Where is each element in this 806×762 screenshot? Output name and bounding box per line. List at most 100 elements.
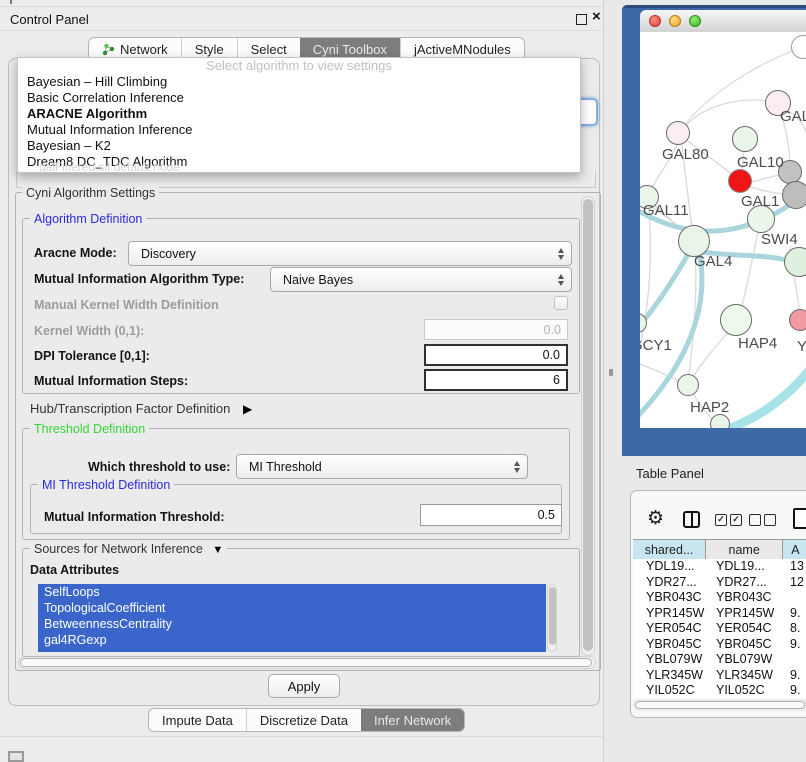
- manual-kernel-label: Manual Kernel Width Definition: [34, 298, 219, 312]
- cell-value: 9.: [785, 637, 806, 653]
- node-label: GAL10: [737, 154, 784, 171]
- attribute-item[interactable]: SelfLoops: [38, 584, 546, 600]
- expand-right-icon: ▶: [243, 402, 252, 416]
- table-row[interactable]: YER054C YER054C 8.: [633, 621, 806, 637]
- close-traffic-light[interactable]: [649, 15, 661, 27]
- network-canvas[interactable]: GAL GAL80 GAL10 GAL1 GAL11 SWI4 GAL4 GCY…: [640, 32, 806, 428]
- table-panel-title: Table Panel: [636, 466, 704, 481]
- checked-box-icon: ✓: [730, 514, 742, 526]
- kernel-width-label: Kernel Width (0,1):: [34, 324, 144, 338]
- hub-definition-toggle[interactable]: Hub/Transcription Factor Definition ▶: [30, 401, 252, 416]
- network-node[interactable]: [782, 181, 806, 209]
- network-window-titlebar[interactable]: [640, 10, 806, 33]
- deselect-all-columns-icon[interactable]: [749, 514, 776, 526]
- table-row[interactable]: YBR045C YBR045C 9.: [633, 637, 806, 653]
- minimize-traffic-light[interactable]: [669, 15, 681, 27]
- node-label: Y: [797, 338, 806, 355]
- network-node[interactable]: [710, 414, 730, 428]
- network-node[interactable]: [732, 126, 758, 152]
- apply-button[interactable]: Apply: [268, 674, 340, 698]
- network-node[interactable]: [789, 309, 806, 331]
- cell-shared-name: YLR345W: [633, 668, 707, 684]
- table-row[interactable]: YPR145W YPR145W 9.: [633, 606, 806, 622]
- top-hairline: [0, 6, 604, 7]
- select-all-columns-icon[interactable]: ✓ ✓: [715, 514, 742, 526]
- which-threshold-combo[interactable]: MI Threshold: [236, 454, 528, 479]
- cell-value: [785, 652, 806, 668]
- attribute-item[interactable]: BetweennessCentrality: [38, 616, 546, 632]
- divider-handle[interactable]: [609, 369, 613, 376]
- algorithm-option[interactable]: Bayesian – K2: [18, 138, 580, 154]
- tab-impute-data[interactable]: Impute Data: [149, 709, 246, 731]
- algorithm-option[interactable]: Bayesian – Hill Climbing: [18, 74, 580, 90]
- cell-name: YER054C: [707, 621, 785, 637]
- table-panel-window: ⚙ ✓ ✓ shared... name A YDL19... YDL19...…: [630, 490, 806, 718]
- attribute-item[interactable]: [38, 648, 546, 652]
- mi-steps-field[interactable]: 6: [424, 369, 568, 391]
- kernel-width-field[interactable]: 0.0: [424, 319, 568, 340]
- settings-hscrollbar-thumb[interactable]: [20, 658, 592, 667]
- tab-infer-network[interactable]: Infer Network: [361, 709, 464, 731]
- cell-name: YDL19...: [707, 559, 785, 575]
- node-label: SWI4: [761, 231, 798, 248]
- settings-vscrollbar-thumb[interactable]: [583, 199, 593, 651]
- cell-name: YBR043C: [707, 590, 785, 606]
- mi-type-combo[interactable]: Naive Bayes: [270, 267, 572, 292]
- aracne-mode-combo[interactable]: Discovery: [128, 241, 572, 266]
- close-window-button[interactable]: ×: [592, 10, 601, 24]
- network-node-red[interactable]: [728, 169, 752, 193]
- column-header-partial[interactable]: A: [783, 540, 806, 560]
- table-row[interactable]: YLR345W YLR345W 9.: [633, 668, 806, 684]
- aracne-mode-label: Aracne Mode:: [34, 246, 117, 260]
- network-node[interactable]: [677, 374, 699, 396]
- sources-toggle[interactable]: Sources for Network Inference ▼: [30, 542, 227, 556]
- manual-kernel-checkbox[interactable]: [554, 296, 568, 310]
- network-node[interactable]: [666, 121, 690, 145]
- mi-threshold-field[interactable]: 0.5: [420, 504, 562, 526]
- mi-threshold-label: Mutual Information Threshold:: [44, 510, 225, 524]
- algorithm-option[interactable]: Basic Correlation Inference: [18, 90, 580, 106]
- dpi-tolerance-field[interactable]: 0.0: [424, 344, 568, 366]
- table-row[interactable]: YDL19... YDL19... 13: [633, 559, 806, 575]
- node-label: GAL1: [741, 193, 779, 210]
- top-tick: [10, 0, 12, 4]
- table-settings-gear-icon[interactable]: ⚙: [647, 508, 664, 528]
- collapsed-panel-icon[interactable]: [8, 751, 24, 762]
- panel-bottom-line: [0, 736, 604, 737]
- table-hscrollbar-thumb[interactable]: [635, 701, 805, 709]
- cell-name: YLR345W: [707, 668, 785, 684]
- unchecked-box-icon: [749, 514, 761, 526]
- attributes-vscrollbar-thumb[interactable]: [549, 587, 556, 645]
- zoom-traffic-light[interactable]: [689, 15, 701, 27]
- algorithm-option-selected[interactable]: ARACNE Algorithm: [18, 106, 580, 122]
- tab-discretize-data[interactable]: Discretize Data: [246, 709, 361, 731]
- float-window-button[interactable]: [576, 14, 587, 25]
- cell-shared-name: YBR043C: [633, 590, 707, 606]
- hidden-group-stub-right: [595, 171, 596, 187]
- table-row[interactable]: YBR043C YBR043C: [633, 590, 806, 606]
- attribute-item[interactable]: TopologicalCoefficient: [38, 600, 546, 616]
- table-row[interactable]: YDR27... YDR27... 12: [633, 575, 806, 591]
- network-node[interactable]: [784, 247, 806, 277]
- dpi-tolerance-label: DPI Tolerance [0,1]:: [34, 349, 150, 363]
- network-node[interactable]: [720, 304, 752, 336]
- tab-cyni-toolbox-label: Cyni Toolbox: [313, 42, 387, 57]
- algorithm-definition-title: Algorithm Definition: [30, 212, 146, 226]
- export-table-icon[interactable]: [793, 508, 806, 529]
- cell-value: 9.: [785, 668, 806, 684]
- table-row[interactable]: YBL079W YBL079W: [633, 652, 806, 668]
- cell-name: YIL052C: [707, 683, 785, 699]
- screen: Control Panel × Network Style Select Cyn…: [0, 0, 806, 762]
- column-header-name[interactable]: name: [706, 540, 783, 560]
- cell-value: 8.: [785, 621, 806, 637]
- algorithm-option[interactable]: Mutual Information Inference: [18, 122, 580, 138]
- show-columns-icon[interactable]: [683, 511, 700, 528]
- tab-discretize-data-label: Discretize Data: [260, 713, 348, 728]
- attribute-item[interactable]: gal4RGexp: [38, 632, 546, 648]
- cell-shared-name: YIL052C: [633, 683, 707, 699]
- cell-name: YDR27...: [707, 575, 785, 591]
- table-row[interactable]: YIL052C YIL052C 9.: [633, 683, 806, 699]
- column-header-shared-name[interactable]: shared...: [633, 540, 706, 560]
- ghost-combo-text: galFiltered.sif default node: [39, 160, 180, 173]
- cell-shared-name: YDR27...: [633, 575, 707, 591]
